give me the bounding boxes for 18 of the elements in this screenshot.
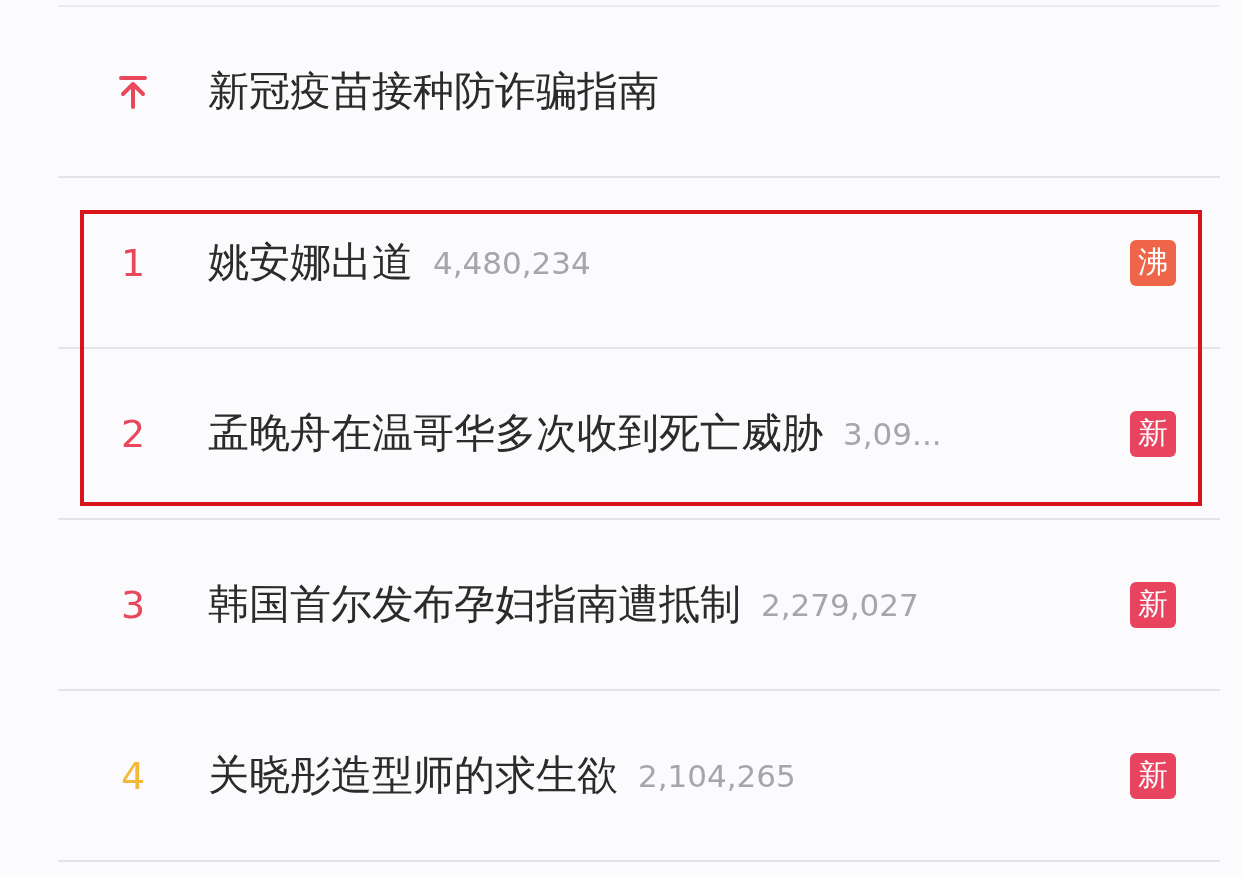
topic-title[interactable]: 孟晚舟在温哥华多次收到死亡威胁 bbox=[208, 406, 823, 461]
status-tag: 新 bbox=[1130, 752, 1176, 799]
status-tag: 新 bbox=[1130, 581, 1176, 628]
rank-number: 1 bbox=[119, 240, 147, 285]
status-tag: 新 bbox=[1130, 410, 1176, 457]
heat-count: 3,09... bbox=[843, 415, 942, 452]
heat-count: 2,104,265 bbox=[638, 757, 796, 794]
pinned-topic-title[interactable]: 新冠疫苗接种防诈骗指南 bbox=[208, 64, 659, 119]
rank-number: 2 bbox=[119, 411, 147, 456]
rank-number: 4 bbox=[119, 753, 147, 798]
topic-title[interactable]: 关晓彤造型师的求生欲 bbox=[208, 748, 618, 803]
topic-title[interactable]: 韩国首尔发布孕妇指南遭抵制 bbox=[208, 577, 741, 632]
status-tag: 沸 bbox=[1130, 239, 1176, 286]
rank-number: 3 bbox=[119, 582, 147, 627]
heat-count: 2,279,027 bbox=[761, 586, 919, 623]
heat-count: 4,480,234 bbox=[433, 244, 591, 281]
pin-top-icon bbox=[118, 74, 148, 109]
topic-title[interactable]: 姚安娜出道 bbox=[208, 235, 413, 290]
